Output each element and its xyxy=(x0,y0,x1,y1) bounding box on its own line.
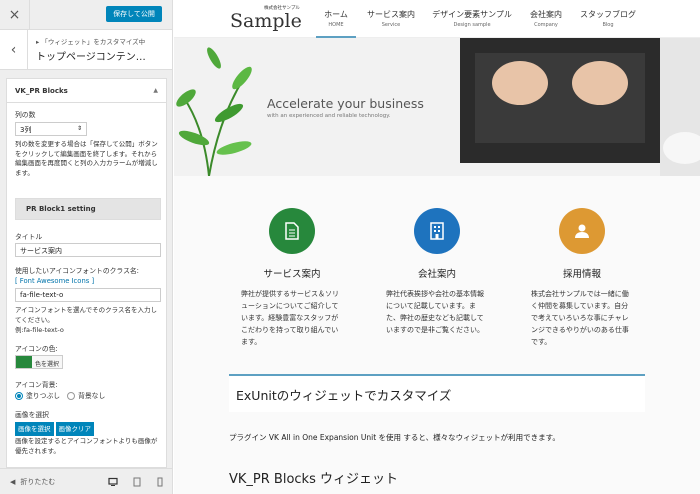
pr-text: 弊社代表挨拶や会社の基本情報について記載しています。また、弊社の歴史なども記載し… xyxy=(386,290,484,334)
pr-icon-circle xyxy=(269,208,315,254)
icon-class-input[interactable]: fa-file-text-o xyxy=(15,288,161,302)
hero-title: Accelerate your business xyxy=(267,96,424,111)
cols-label: 列の数 xyxy=(15,111,36,119)
pr-block-company[interactable]: 会社案内 弊社代表挨拶や会社の基本情報について記載しています。また、弊社の歴史な… xyxy=(382,208,492,336)
nav-sub-label: Design sample xyxy=(453,22,491,28)
nav-item-home[interactable]: ホーム HOME xyxy=(316,9,356,38)
nav-sub-label: Blog xyxy=(602,22,614,28)
nav-sub-label: Service xyxy=(381,22,401,28)
mobile-icon[interactable] xyxy=(155,477,165,487)
close-button[interactable]: × xyxy=(0,0,30,30)
color-swatch xyxy=(16,356,32,368)
select-arrow-icon: ⇕ xyxy=(76,125,82,132)
nav-label: デザイン要素サンプル xyxy=(432,10,512,19)
nav-sub-label: HOME xyxy=(328,22,344,28)
pr-title: 会社案内 xyxy=(417,269,456,280)
title-label: タイトル xyxy=(15,233,43,241)
image-description: 画像を設定するとアイコンフォントよりも画像が優先されます。 xyxy=(15,437,158,455)
breadcrumb: ▸ 「ウィジェット」をカスタマイズ中 xyxy=(36,38,146,46)
exunit-heading-box: ExUnitのウィジェットでカスタマイズ xyxy=(229,374,645,412)
font-awesome-link[interactable]: [ Font Awesome Icons ] xyxy=(15,276,94,286)
nav-sub-label: Company xyxy=(534,22,558,28)
logo-text: Sample xyxy=(230,10,302,32)
back-button[interactable]: ‹ xyxy=(0,30,28,70)
panel-footer: ◀ 折りたたむ xyxy=(0,468,172,494)
chevron-left-icon: ‹ xyxy=(10,42,17,58)
hero-keyboard-image xyxy=(460,38,700,176)
image-select-button[interactable]: 画像を選択 xyxy=(15,422,54,436)
exunit-description: プラグイン VK All in One Expansion Unit を使用 す… xyxy=(229,433,560,442)
widget-title: VK_PR Blocks xyxy=(15,86,68,95)
pr-title: サービス案内 xyxy=(263,269,321,280)
panel-title: トップページコンテン… xyxy=(36,52,146,63)
collapse-icon: ◀ xyxy=(10,477,16,486)
breadcrumb-text: 「ウィジェット」をカスタマイズ中 xyxy=(41,38,146,46)
hero-plant-image xyxy=(176,47,252,176)
widget-header[interactable]: VK_PR Blocks ▲ xyxy=(7,79,166,103)
user-icon xyxy=(575,224,589,238)
vk-pr-blocks-heading: VK_PR Blocks ウィジェット xyxy=(229,472,398,487)
nav-label: スタッフブログ xyxy=(580,10,636,19)
image-buttons: 画像を選択 画像クリア xyxy=(15,422,94,436)
radio-fill-label: 塗りつぶし xyxy=(26,392,61,400)
collapse-label: 折りたたむ xyxy=(20,477,56,486)
cols-description: 列の数を変更する場合は「保存して公開」ボタンをクリックして編集画面を終了します。… xyxy=(15,140,158,177)
tablet-icon[interactable] xyxy=(132,477,142,487)
hero-subtitle: with an experienced and reliable technol… xyxy=(267,113,391,119)
save-publish-button[interactable]: 保存して公開 xyxy=(106,6,162,22)
logo-small-text: 株式会社サンプル xyxy=(264,6,300,11)
icon-class-description: アイコンフォントを選んでそのクラス名を入力してください。 xyxy=(15,306,158,324)
desktop-icon[interactable] xyxy=(108,477,118,487)
nav-item-company[interactable]: 会社案内 Company xyxy=(528,9,564,28)
pr-text: 株式会社サンプルでは一緒に働く仲間を募集しています。自分で考えていろいろな事にチ… xyxy=(531,290,629,346)
collapse-arrow-icon: ▲ xyxy=(153,87,158,94)
nav-label: ホーム xyxy=(324,10,348,19)
panel-header: × 保存して公開 xyxy=(0,0,172,30)
icon-color-label: アイコンの色: xyxy=(15,345,58,353)
panel-title-bar: ‹ ▸ 「ウィジェット」をカスタマイズ中 トップページコンテン… xyxy=(0,30,172,70)
nav-item-blog[interactable]: スタッフブログ Blog xyxy=(578,9,638,28)
pr-title: 採用情報 xyxy=(562,269,601,280)
site-header: 株式会社サンプル Sample ホーム HOME サービス案内 Service … xyxy=(174,0,700,38)
image-clear-button[interactable]: 画像クリア xyxy=(55,422,94,436)
building-icon xyxy=(430,222,444,240)
pr-icon-circle xyxy=(414,208,460,254)
nav-item-design[interactable]: デザイン要素サンプル Design sample xyxy=(430,9,514,28)
radio-none[interactable] xyxy=(67,392,76,400)
close-icon: × xyxy=(8,7,21,23)
radio-fill[interactable] xyxy=(15,392,23,400)
cols-select[interactable]: 3列 ⇕ xyxy=(15,122,87,136)
pr-block-service[interactable]: サービス案内 弊社が提供するサービス＆ソリューションについてご紹介しています。経… xyxy=(237,208,347,348)
site-logo[interactable]: 株式会社サンプル Sample xyxy=(230,6,302,32)
collapse-button[interactable]: ◀ 折りたたむ xyxy=(10,477,55,487)
cols-select-value: 3列 xyxy=(20,126,32,134)
image-label: 画像を選択 xyxy=(15,411,49,419)
block-setting-header[interactable]: PR Block1 setting xyxy=(15,198,161,220)
color-picker-button[interactable]: 色を選択 xyxy=(15,355,64,369)
icon-class-example: 例:fa-file-text-o xyxy=(15,326,64,334)
nav-label: 会社案内 xyxy=(530,10,562,19)
document-icon xyxy=(285,222,299,240)
pr-icon-circle xyxy=(559,208,605,254)
title-input[interactable]: サービス案内 xyxy=(15,243,161,257)
site-preview: 株式会社サンプル Sample ホーム HOME サービス案内 Service … xyxy=(174,0,700,494)
color-picker-label: 色を選択 xyxy=(35,361,60,368)
radio-none-label: 背景なし xyxy=(78,392,106,400)
pr-text: 弊社が提供するサービス＆ソリューションについてご紹介しています。経験豊富なスタッ… xyxy=(241,290,339,346)
nav-item-service[interactable]: サービス案内 Service xyxy=(364,9,418,28)
widget-section: VK_PR Blocks ▲ 列の数 3列 ⇕ 列の数を変更する場合は「保存して… xyxy=(6,78,167,468)
pr-block-recruit[interactable]: 採用情報 株式会社サンプルでは一緒に働く仲間を募集しています。自分で考えていろい… xyxy=(527,208,637,348)
radio-dot-icon xyxy=(17,394,21,398)
nav-label: サービス案内 xyxy=(367,10,415,19)
icon-bg-label: アイコン背景: xyxy=(15,381,58,389)
hero-banner: Accelerate your business with an experie… xyxy=(174,38,700,176)
customizer-panel: × 保存して公開 ‹ ▸ 「ウィジェット」をカスタマイズ中 トップページコンテン… xyxy=(0,0,173,494)
icon-bg-options: 塗りつぶし 背景なし xyxy=(15,391,105,401)
content-area: サービス案内 弊社が提供するサービス＆ソリューションについてご紹介しています。経… xyxy=(174,176,700,494)
icon-class-label: 使用したいアイコンフォントのクラス名: xyxy=(15,267,139,275)
